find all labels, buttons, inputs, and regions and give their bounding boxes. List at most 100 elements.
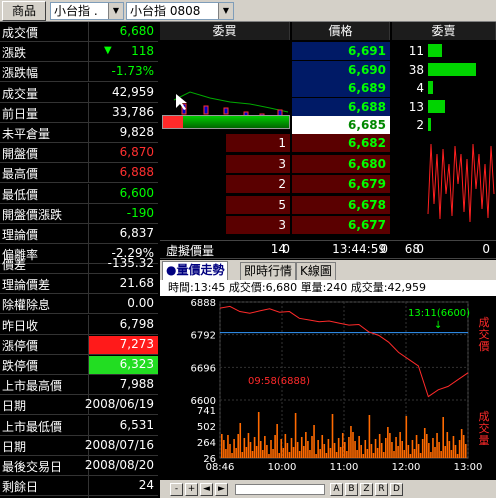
volume-bar	[317, 440, 319, 458]
volume-bar	[354, 441, 356, 458]
quote-row: 最高價 6,888	[0, 163, 158, 184]
price-tick-label: 6888	[191, 298, 216, 309]
quote-label: 價差	[2, 258, 27, 272]
ask-volume-bar	[428, 62, 476, 76]
quote-value: 33,786	[112, 104, 154, 119]
volume-bar	[358, 436, 360, 458]
quote-label: 最低價	[2, 187, 39, 202]
volume-axis-label: 交	[479, 421, 490, 435]
tab-price-volume[interactable]: ●量價走勢	[162, 261, 229, 280]
volume-bar	[366, 449, 369, 458]
ask-price[interactable]: 6,691	[292, 42, 390, 60]
chevron-down-icon[interactable]: ▼	[218, 3, 233, 19]
volume-bar	[262, 450, 264, 458]
volume-bar	[296, 442, 299, 458]
products-button[interactable]: 商品	[2, 1, 46, 21]
quote-row: 上市最低價 6,531	[0, 415, 158, 436]
ask-qty: 4	[416, 81, 424, 95]
volume-bar	[350, 426, 352, 458]
quote-value: 118	[131, 44, 154, 59]
volume-tick-label: 741	[197, 406, 216, 417]
volume-bar	[268, 454, 270, 458]
volume-bar	[337, 438, 340, 458]
quote-value: 7,273	[119, 336, 154, 351]
quote-row: 日期 2008/06/19	[0, 395, 158, 416]
ask-volume-bar	[428, 99, 445, 113]
tab-realtime[interactable]: 即時行情	[240, 262, 297, 280]
price-header: 價格	[292, 22, 390, 40]
volume-bar	[452, 436, 455, 458]
contract-select[interactable]: 小台指 0808 ▼	[126, 2, 234, 20]
volume-bar	[235, 448, 237, 458]
time-tick-label: 11:00	[330, 462, 359, 473]
quote-row: 開盤價 6,870	[0, 143, 158, 164]
volume-bar	[251, 451, 254, 458]
bid-price[interactable]: 6,682	[292, 134, 390, 152]
quote-label: 日期	[2, 439, 27, 454]
chevron-down-icon[interactable]: ▼	[108, 3, 123, 19]
tick-chart	[427, 143, 495, 223]
quote-value: 6,600	[119, 185, 154, 200]
quote-value: 6,531	[119, 417, 154, 432]
chart-control-button[interactable]: B	[345, 483, 358, 496]
volume-bar	[239, 423, 242, 458]
chart-panel: ●量價走勢 即時行情 K線圖 時間:13:45 成交價:6,680 單量:240…	[160, 260, 496, 498]
volume-bar	[436, 433, 438, 458]
quote-label: 前日量	[2, 106, 39, 121]
bid-qty: 3	[226, 154, 290, 173]
volume-bar	[348, 437, 350, 458]
chart-control-button[interactable]: R	[375, 483, 388, 496]
chart-control-button[interactable]: A	[330, 483, 343, 496]
chart-control-button[interactable]: -	[170, 483, 183, 496]
volume-bar	[329, 448, 332, 458]
chart-control-button[interactable]: ►	[215, 483, 228, 496]
volume-bar	[259, 441, 262, 458]
ask-price[interactable]: 6,689	[292, 79, 390, 97]
volume-bar	[360, 445, 362, 458]
volume-bar	[458, 440, 461, 458]
bid-qty: 3	[226, 216, 290, 234]
bid-price[interactable]: 6,677	[292, 216, 390, 234]
quote-value: 6,837	[119, 226, 154, 240]
chart-info-line: 時間:13:45 成交價:6,680 單量:240 成交量:42,959	[160, 280, 496, 296]
volume-bar	[325, 453, 328, 458]
ask-price[interactable]: 6,690	[292, 60, 390, 79]
volume-bar	[315, 454, 317, 458]
ask-price[interactable]: 6,688	[292, 97, 390, 116]
symbol-select[interactable]: 小台指 . ▼	[50, 2, 124, 20]
quote-label: 成交量	[2, 86, 39, 101]
quote-label: 漲跌	[2, 46, 27, 61]
ask-qty: 38	[408, 62, 424, 77]
chart-control-button[interactable]: Z	[360, 483, 373, 496]
quote-row: 漲停價 7,273	[0, 334, 158, 355]
bid-price[interactable]: 6,678	[292, 195, 390, 214]
tab-kline[interactable]: K線圖	[296, 262, 336, 280]
volume-bar	[364, 440, 367, 458]
quote-label: 最後交易日	[2, 460, 63, 474]
ask-qty: 11	[408, 44, 424, 58]
quote-value: 21.68	[119, 276, 154, 291]
chart-controls: - + ◄ ► A B Z R D	[160, 480, 496, 498]
volume-bar	[456, 454, 459, 458]
volume-bar	[440, 451, 442, 458]
ask-price[interactable]: 6,685	[292, 116, 390, 134]
volume-bar	[223, 440, 225, 458]
volume-bar	[274, 435, 276, 458]
virtual-row: 虛擬價量 0 0 0 0	[160, 240, 496, 258]
volume-bar	[454, 445, 457, 458]
volume-bar	[442, 417, 444, 458]
chart-control-button[interactable]: +	[185, 483, 198, 496]
volume-bar	[339, 447, 342, 458]
volume-bar	[241, 452, 244, 458]
quote-row: 漲跌幅 -1.73%	[0, 62, 158, 83]
chart-tabs: ●量價走勢 即時行情 K線圖	[160, 260, 496, 280]
quote-value: 0.00	[127, 296, 154, 311]
quote-value: 6,680	[119, 24, 154, 38]
chart-control-button[interactable]: D	[390, 483, 403, 496]
chart-scrollbar[interactable]	[235, 484, 325, 495]
bid-price[interactable]: 6,680	[292, 154, 390, 173]
quote-row: 理論價差 21.68	[0, 274, 158, 295]
quote-row: 成交量 42,959	[0, 82, 158, 103]
chart-control-button[interactable]: ◄	[200, 483, 213, 496]
bid-price[interactable]: 6,679	[292, 175, 390, 193]
